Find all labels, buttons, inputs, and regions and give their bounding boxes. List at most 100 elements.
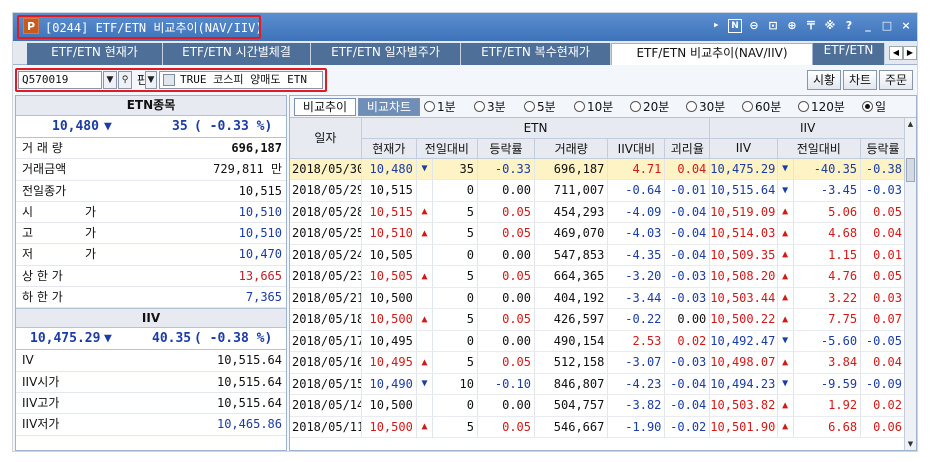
col-iiv[interactable]: IIV xyxy=(709,138,778,159)
settings-icon[interactable]: ※ xyxy=(823,19,837,33)
pin-icon[interactable]: 〒 xyxy=(804,19,818,33)
radio-circle-icon[interactable] xyxy=(474,101,485,112)
table-row[interactable]: 2018/05/23 10,505 ▲ 5 0.05 664,365 -3.20 -0.03 1… xyxy=(290,265,906,288)
cell-change-arrow-icon: ▼ xyxy=(416,373,434,395)
close-icon[interactable]: × xyxy=(899,19,913,33)
cell-iiv-arrow-icon: ▲ xyxy=(777,416,794,438)
col-change[interactable]: 전일대비 xyxy=(416,138,478,159)
radio-circle-icon[interactable] xyxy=(686,101,697,112)
table-row[interactable]: 2018/05/18 10,500 ▲ 5 0.05 426,597 -0.22 0.00 10… xyxy=(290,308,906,331)
etn-info-value: 10,470 xyxy=(238,247,282,262)
cell-iiv-pct: 0.06 xyxy=(860,416,906,438)
iiv-down-arrow-icon: ▼ xyxy=(104,331,112,347)
compare-trend-button[interactable]: 비교추이 xyxy=(294,98,356,116)
market-news-button[interactable]: 시황 xyxy=(807,70,841,90)
compare-chart-button[interactable]: 비교차트 xyxy=(358,98,420,116)
order-button[interactable]: 주문 xyxy=(879,70,913,90)
radio-circle-icon[interactable] xyxy=(798,101,809,112)
compare-table: 일자 ETN IIV 현재가 전일대비 등락률 거래량 IIV대비 괴리율 II… xyxy=(290,118,906,438)
period-radio[interactable]: 30분 xyxy=(686,99,725,115)
radio-circle-icon[interactable] xyxy=(524,101,535,112)
cell-iiv: 10,503.44 xyxy=(709,287,778,309)
period-radio[interactable]: 5분 xyxy=(524,99,556,115)
cell-iiv: 10,519.09 xyxy=(709,201,778,223)
radio-circle-icon[interactable] xyxy=(862,101,873,112)
scroll-down-icon[interactable]: ▼ xyxy=(905,438,916,450)
minimize-icon[interactable]: _ xyxy=(861,19,875,33)
new-icon[interactable]: N xyxy=(728,19,742,33)
radio-circle-icon[interactable] xyxy=(574,101,585,112)
cell-date: 2018/05/30 xyxy=(290,158,362,180)
tab-daily-price[interactable]: ETF/ETN 일자별주가 xyxy=(311,43,461,65)
table-row[interactable]: 2018/05/16 10,495 ▲ 5 0.05 512,158 -3.07 -0.03 1… xyxy=(290,351,906,374)
cell-price: 10,490 xyxy=(361,373,417,395)
col-iiv-pct[interactable]: 등락률 xyxy=(860,138,906,159)
etn-header: ETN종목 xyxy=(16,96,286,116)
period-radio[interactable]: 10분 xyxy=(574,99,613,115)
period-radio-label: 10분 xyxy=(587,100,614,114)
iiv-info-value: 10,515.64 xyxy=(216,374,282,389)
maximize-icon[interactable]: □ xyxy=(880,19,894,33)
period-radio[interactable]: 60분 xyxy=(742,99,781,115)
iiv-info-value: 10,465.86 xyxy=(216,417,282,432)
table-row[interactable]: 2018/05/21 10,500 0 0.00 404,192 -3.44 -0.03 10… xyxy=(290,287,906,309)
period-radio[interactable]: 3분 xyxy=(474,99,506,115)
cell-iiv-diff: -3.07 xyxy=(607,351,666,374)
cell-volume: 547,853 xyxy=(534,244,609,266)
cell-iiv-diff: -3.82 xyxy=(607,394,666,417)
table-row[interactable]: 2018/05/30 10,480 ▼ 35 -0.33 696,187 4.71 0.04 1… xyxy=(290,158,906,180)
table-row[interactable]: 2018/05/17 10,495 0 0.00 490,154 2.53 0.02 10,4… xyxy=(290,330,906,352)
cell-iiv-change: 7.75 xyxy=(793,308,862,331)
cell-iiv-diff: -4.03 xyxy=(607,222,666,245)
cell-change-arrow-icon: ▲ xyxy=(416,351,434,374)
chart-button[interactable]: 차트 xyxy=(843,70,877,90)
zoom-out-icon[interactable]: ⊖ xyxy=(747,19,761,33)
table-row[interactable]: 2018/05/11 10,500 ▲ 5 0.05 546,667 -1.90 -0.02 1… xyxy=(290,416,906,438)
vertical-scrollbar[interactable]: ▲ ▼ xyxy=(904,118,916,450)
zoom-in-icon[interactable]: ⊕ xyxy=(785,19,799,33)
radio-circle-icon[interactable] xyxy=(630,101,641,112)
col-volume[interactable]: 거래량 xyxy=(534,138,609,159)
tab-compare-trend[interactable]: ETF/ETN 비교추이(NAV/IIV) xyxy=(611,43,813,65)
cell-date: 2018/05/23 xyxy=(290,265,362,288)
tab-next-icon[interactable]: ▶ xyxy=(903,46,917,60)
scroll-up-icon[interactable]: ▲ xyxy=(905,118,916,130)
fit-icon[interactable]: ⊡ xyxy=(766,19,780,33)
table-row[interactable]: 2018/05/15 10,490 ▼ 10 -0.10 846,807 -4.23 -0.0… xyxy=(290,373,906,395)
table-row[interactable]: 2018/05/25 10,510 ▲ 5 0.05 469,070 -4.03 -0.04 1… xyxy=(290,222,906,245)
col-date[interactable]: 일자 xyxy=(290,118,362,159)
etn-price-row: 10,480 ▼ 35 ( -0.33 %) xyxy=(16,116,286,138)
col-iiv-change[interactable]: 전일대비 xyxy=(777,138,862,159)
table-row[interactable]: 2018/05/14 10,500 0 0.00 504,757 -3.82 -0.04 10… xyxy=(290,394,906,417)
cell-date: 2018/05/29 xyxy=(290,179,362,202)
tab-etf-more[interactable]: ETF/ETN xyxy=(813,43,885,65)
period-radio[interactable]: 일 xyxy=(862,99,886,115)
table-row[interactable]: 2018/05/24 10,505 0 0.00 547,853 -4.35 -0.04 10… xyxy=(290,244,906,266)
tab-current-price[interactable]: ETF/ETN 현재가 xyxy=(27,43,163,65)
col-iiv-diff[interactable]: IIV대비 xyxy=(607,138,666,159)
col-gap[interactable]: 괴리율 xyxy=(664,138,711,159)
col-price[interactable]: 현재가 xyxy=(361,138,417,159)
cell-change-arrow-icon: ▲ xyxy=(416,201,434,223)
table-row[interactable]: 2018/05/28 10,515 ▲ 5 0.05 454,293 -4.09 -0.04 1… xyxy=(290,201,906,223)
tab-multi-price[interactable]: ETF/ETN 복수현재가 xyxy=(461,43,611,65)
col-pct[interactable]: 등락률 xyxy=(477,138,536,159)
etn-price: 10,480 xyxy=(52,119,99,134)
etn-info-label: 하 한 가 xyxy=(22,290,63,305)
help-icon[interactable]: ? xyxy=(842,19,856,33)
arrow-icon[interactable]: ‣ xyxy=(709,19,723,33)
scroll-thumb[interactable] xyxy=(906,158,915,182)
title-bar[interactable]: P [0244] ETF/ETN 비교추이(NAV/IIV) ‣ N ⊖ ⊡ ⊕… xyxy=(13,13,917,41)
cell-gap: -0.01 xyxy=(664,179,711,202)
iiv-price-row: 10,475.29 ▼ 40.35 ( -0.38 %) xyxy=(16,328,286,351)
period-radio[interactable]: 20분 xyxy=(630,99,669,115)
radio-circle-icon[interactable] xyxy=(742,101,753,112)
tab-time-trades[interactable]: ETF/ETN 시간별체결 xyxy=(163,43,311,65)
period-radio[interactable]: 1분 xyxy=(424,99,456,115)
tab-prev-icon[interactable]: ◀ xyxy=(889,46,903,60)
period-radio[interactable]: 120분 xyxy=(798,99,845,115)
radio-circle-icon[interactable] xyxy=(424,101,435,112)
cell-iiv-pct: -0.03 xyxy=(860,179,906,202)
table-row[interactable]: 2018/05/29 10,515 0 0.00 711,007 -0.64 -0.01 10… xyxy=(290,179,906,202)
cell-iiv: 10,503.82 xyxy=(709,394,778,417)
